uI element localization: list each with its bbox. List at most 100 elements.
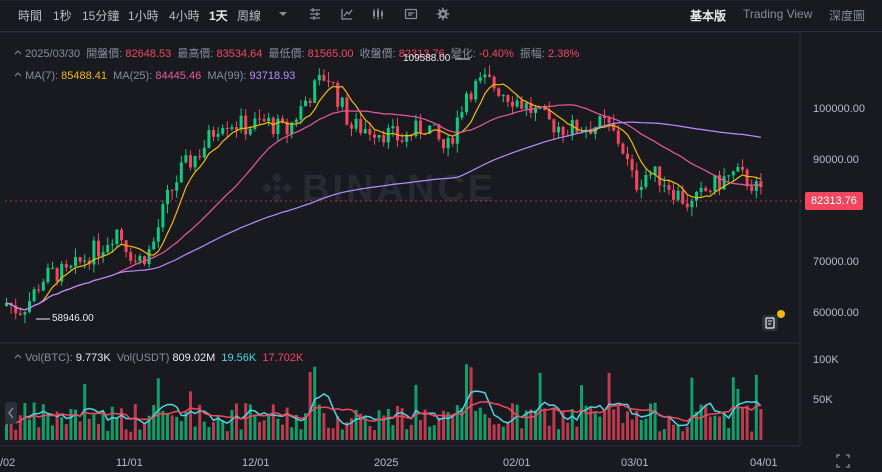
volume-bar xyxy=(478,407,482,440)
volume-bar xyxy=(626,411,629,440)
collapse-caret-icon[interactable] xyxy=(14,71,22,79)
volume-bar xyxy=(713,415,717,440)
scroll-left-icon[interactable] xyxy=(5,402,17,424)
volume-bar xyxy=(409,424,413,440)
volume-bar xyxy=(262,420,266,440)
volume-bar xyxy=(317,404,321,440)
volume-bar xyxy=(175,416,179,440)
y-tick-100000: 100000.00 xyxy=(813,103,865,115)
candle-body xyxy=(175,182,179,191)
candlesticks xyxy=(5,65,763,324)
candle-body xyxy=(51,267,54,269)
volume-bar xyxy=(704,405,708,440)
candle-body xyxy=(598,116,602,128)
candle-body xyxy=(161,204,165,228)
x-tick-1: 11/01 xyxy=(116,457,143,469)
candle-body xyxy=(152,241,156,250)
volume-bar xyxy=(727,427,731,440)
candle-body xyxy=(676,190,680,200)
vol-ma1-value: 19.56K xyxy=(221,352,257,364)
candle-body xyxy=(23,311,27,315)
change-value: -0.40% xyxy=(478,48,514,60)
candle-body xyxy=(115,229,119,245)
current-price-tag: 82313.76 xyxy=(805,192,863,210)
candle-body xyxy=(184,155,188,163)
volume-bar xyxy=(189,391,192,440)
volume-bar xyxy=(340,429,344,440)
candle-body xyxy=(731,171,735,176)
candle-body xyxy=(97,240,100,257)
candle-body xyxy=(373,134,376,138)
candle-body xyxy=(511,101,514,107)
amp-value: 2.38% xyxy=(548,48,580,60)
zoom-fit-icon[interactable] xyxy=(835,453,851,469)
ma-row: MA(7): 85488.41 MA(25): 84445.46 MA(99):… xyxy=(14,70,295,82)
collapse-caret-icon[interactable] xyxy=(14,49,22,57)
volume-bar xyxy=(166,412,169,440)
candle-body xyxy=(662,185,666,187)
volume-bar xyxy=(662,429,666,440)
ma99-label: MA(99): xyxy=(207,70,247,82)
volume-bar xyxy=(639,419,643,440)
volume-bar xyxy=(695,411,698,440)
candle-body xyxy=(681,190,685,204)
candle-body xyxy=(350,124,353,129)
vol-btc-label: Vol(BTC): xyxy=(25,352,73,364)
candle-body xyxy=(212,130,215,137)
candle-body xyxy=(483,74,487,78)
candle-body xyxy=(363,129,367,134)
ohlc-row: 2025/03/30 開盤價: 82648.53 最高價: 83534.64 最… xyxy=(14,45,579,61)
vol-ma2-value: 17.702K xyxy=(262,352,304,364)
candle-body xyxy=(299,106,303,120)
candle-body xyxy=(253,118,257,130)
volume-bar xyxy=(432,425,436,440)
candle-body xyxy=(147,249,151,265)
vol-ma1-line xyxy=(5,390,762,427)
volume-bar xyxy=(290,427,294,440)
candle-body xyxy=(685,203,689,208)
volume-bar xyxy=(474,410,478,440)
volume-bar xyxy=(143,422,146,440)
candle-body xyxy=(28,301,31,312)
candle-body xyxy=(386,128,390,143)
candle-body xyxy=(455,117,459,144)
candle-body xyxy=(419,120,422,134)
candle-body xyxy=(138,256,142,262)
candle-body xyxy=(557,126,560,133)
candle-body xyxy=(474,80,478,100)
volume-bar xyxy=(488,417,491,440)
candle-body xyxy=(382,135,386,143)
volume-bar xyxy=(221,420,225,440)
candle-body xyxy=(327,80,330,82)
x-tick-0: /02 xyxy=(0,457,16,469)
volume-bar xyxy=(110,406,114,440)
candle-body xyxy=(354,118,358,129)
candle-body xyxy=(672,189,675,200)
candle-body xyxy=(377,135,381,138)
candle-body xyxy=(166,189,169,205)
candle-body xyxy=(708,190,712,192)
volume-bar xyxy=(308,371,312,440)
candle-body xyxy=(106,245,110,253)
candle-body xyxy=(313,80,317,104)
candle-body xyxy=(230,127,234,129)
volume-bar xyxy=(106,430,110,440)
notification-dot-icon xyxy=(777,310,785,318)
candle-body xyxy=(179,162,183,183)
candle-body xyxy=(607,118,611,123)
candle-body xyxy=(570,120,574,136)
candle-body xyxy=(699,187,703,192)
candle-body xyxy=(534,108,537,113)
volume-bar xyxy=(5,424,8,440)
candle-body xyxy=(400,140,404,142)
candle-body xyxy=(41,281,45,291)
candle-body xyxy=(469,93,473,100)
x-tick-5: 03/01 xyxy=(621,457,649,469)
candle-body xyxy=(501,95,505,97)
candle-body xyxy=(46,267,50,282)
volume-bar xyxy=(138,429,142,440)
ma99-value: 93718.93 xyxy=(249,70,296,82)
volume-bar xyxy=(658,431,662,440)
collapse-caret-icon[interactable] xyxy=(14,353,22,361)
candle-body xyxy=(621,143,625,154)
